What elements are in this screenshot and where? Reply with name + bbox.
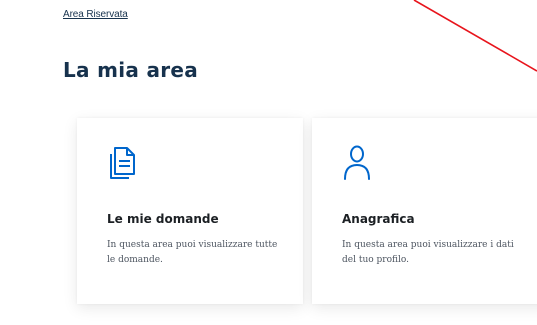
card-anagrafica[interactable]: Anagrafica In questa area puoi visualizz… [312, 118, 537, 304]
document-icon [107, 144, 137, 184]
user-profile-icon [342, 144, 372, 184]
card-description: In questa area puoi visualizzare tutte l… [107, 240, 278, 265]
page-title: La mia area [63, 58, 199, 82]
card-description: In questa area puoi visualizzare i dati … [342, 240, 514, 265]
card-le-mie-domande[interactable]: Le mie domande In questa area puoi visua… [77, 118, 303, 304]
card-title: Le mie domande [107, 212, 219, 226]
card-title: Anagrafica [342, 212, 415, 226]
breadcrumb-link-area-riservata[interactable]: Area Riservata [63, 9, 128, 20]
